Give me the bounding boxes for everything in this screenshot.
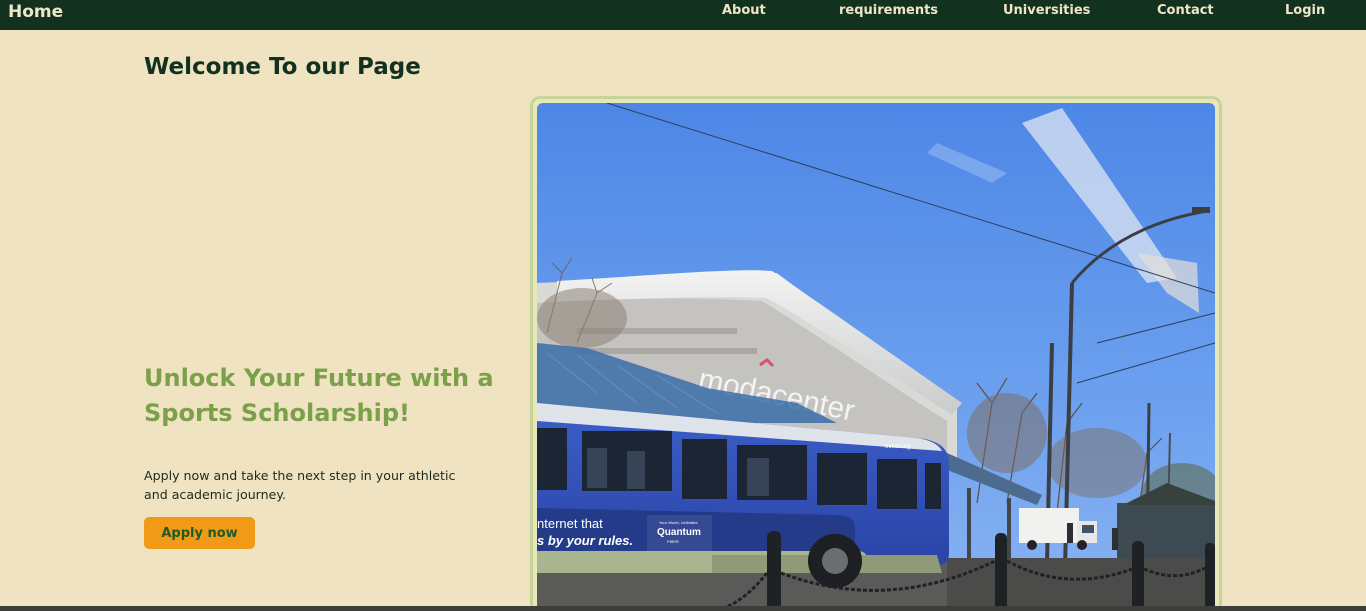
bus-ad-line1: nternet that [537, 516, 603, 531]
bus-ad-line2: s by your rules. [537, 533, 633, 548]
bus-ad-brand-sub: FIBER [667, 539, 679, 544]
hero-photo: modacenter trimet.org nternet that s by … [537, 103, 1215, 611]
hero-subtitle: Apply now and take the next step in your… [144, 468, 456, 502]
nav-link-about[interactable]: About [722, 3, 766, 19]
apply-now-button[interactable]: Apply now [144, 517, 255, 549]
home-link[interactable]: Home [8, 1, 63, 23]
page-title: Welcome To our Page [144, 54, 421, 80]
bus-ad-brand: Quantum [657, 527, 701, 538]
bus-ad-tagline: Your World, Unlimited [659, 520, 697, 525]
bottom-scrollbar-edge [0, 606, 1366, 611]
nav-link-universities[interactable]: Universities [1003, 3, 1090, 19]
hero-image-frame: modacenter trimet.org nternet that s by … [530, 96, 1222, 611]
nav-link-requirements[interactable]: requirements [839, 3, 938, 19]
top-navigation-bar: Home About requirements Universities Con… [0, 0, 1366, 30]
nav-link-contact[interactable]: Contact [1157, 3, 1214, 19]
hero-title: Unlock Your Future with a Sports Scholar… [144, 364, 494, 427]
nav-link-login[interactable]: Login [1285, 3, 1325, 19]
bus-site-text: trimet.org [885, 444, 910, 450]
